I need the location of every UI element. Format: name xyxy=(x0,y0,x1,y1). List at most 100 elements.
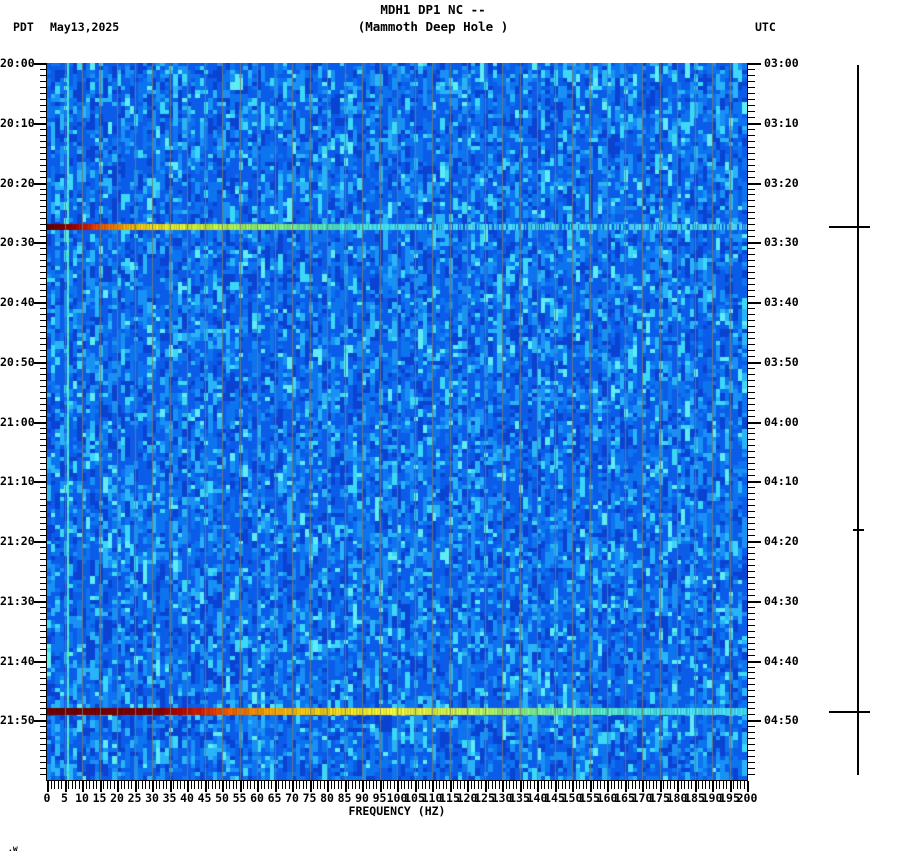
utc-time-label: 04:20 xyxy=(764,534,799,548)
freq-minor-tick xyxy=(579,781,580,789)
utc-minor-tick xyxy=(748,367,755,369)
freq-minor-tick xyxy=(390,781,391,789)
event-marker-major xyxy=(829,710,870,713)
freq-minor-tick xyxy=(631,781,633,789)
utc-minor-tick xyxy=(748,140,755,142)
pdt-major-tick xyxy=(34,182,47,185)
utc-minor-tick xyxy=(748,415,755,417)
freq-minor-tick xyxy=(54,781,55,789)
freq-minor-tick xyxy=(481,781,482,789)
freq-minor-tick xyxy=(337,781,339,789)
freq-minor-tick xyxy=(411,781,412,789)
freq-minor-tick xyxy=(285,781,286,789)
pdt-minor-tick xyxy=(40,367,47,369)
pdt-minor-tick xyxy=(40,86,47,88)
freq-minor-tick xyxy=(453,781,454,789)
freq-minor-tick xyxy=(232,781,234,789)
pdt-major-tick xyxy=(34,302,47,304)
pdt-minor-tick xyxy=(40,756,47,758)
freq-minor-tick xyxy=(684,781,685,789)
freq-minor-tick xyxy=(603,781,605,789)
pdt-minor-tick xyxy=(40,529,47,530)
pdt-minor-tick xyxy=(40,409,47,411)
freq-minor-tick xyxy=(701,781,703,789)
utc-minor-tick xyxy=(748,248,755,250)
pdt-minor-tick xyxy=(40,230,47,232)
pdt-time-label: 21:30 xyxy=(0,593,35,608)
pdt-minor-tick xyxy=(40,762,47,764)
utc-major-tick xyxy=(748,361,761,364)
utc-minor-tick xyxy=(748,206,755,208)
freq-minor-tick xyxy=(740,781,741,789)
freq-minor-tick xyxy=(495,781,496,789)
pdt-time-label: 21:40 xyxy=(0,653,35,668)
utc-minor-tick xyxy=(748,684,755,686)
pdt-minor-tick xyxy=(40,726,47,728)
pdt-minor-tick xyxy=(40,439,47,441)
pdt-minor-tick xyxy=(40,319,47,321)
utc-minor-tick xyxy=(748,576,755,578)
utc-minor-tick xyxy=(748,558,755,560)
freq-minor-tick xyxy=(617,781,619,789)
utc-minor-tick xyxy=(748,553,755,554)
freq-minor-tick xyxy=(680,781,682,789)
pdt-minor-tick xyxy=(40,588,47,590)
utc-time-label: 03:00 xyxy=(764,56,799,70)
freq-minor-tick xyxy=(575,781,577,789)
utc-minor-tick xyxy=(748,517,755,519)
utc-minor-tick xyxy=(748,230,755,232)
freq-minor-tick xyxy=(523,781,524,789)
date-label: May13,2025 xyxy=(50,20,120,34)
utc-minor-tick xyxy=(748,391,755,393)
freq-minor-tick xyxy=(442,781,444,789)
freq-minor-tick xyxy=(561,781,563,789)
freq-minor-tick xyxy=(85,781,87,789)
pdt-major-tick xyxy=(34,122,47,125)
freq-minor-tick xyxy=(323,781,325,789)
utc-minor-tick xyxy=(748,768,755,769)
utc-minor-tick xyxy=(748,355,755,357)
utc-minor-tick xyxy=(748,654,755,656)
utc-minor-tick xyxy=(748,218,755,220)
utc-major-tick xyxy=(748,242,761,245)
utc-minor-tick xyxy=(748,636,755,638)
pdt-minor-tick xyxy=(40,385,47,387)
freq-minor-tick xyxy=(372,781,374,789)
freq-minor-tick xyxy=(568,781,570,789)
utc-minor-tick xyxy=(748,176,755,178)
utc-minor-tick xyxy=(748,290,755,291)
utc-minor-tick xyxy=(748,630,755,632)
pdt-time-label: 21:50 xyxy=(0,713,35,728)
pdt-minor-tick xyxy=(40,576,47,578)
freq-minor-tick xyxy=(271,781,272,789)
pdt-minor-tick xyxy=(40,373,47,375)
utc-minor-tick xyxy=(748,511,755,513)
freq-minor-tick xyxy=(180,781,181,789)
freq-minor-tick xyxy=(715,781,717,789)
freq-minor-tick xyxy=(418,781,419,789)
pdt-minor-tick xyxy=(40,176,47,178)
pdt-minor-tick xyxy=(40,158,47,160)
freq-minor-tick xyxy=(201,781,202,789)
utc-minor-tick xyxy=(748,379,755,381)
utc-minor-tick xyxy=(748,570,755,572)
station-title: MDH1 DP1 NC -- xyxy=(380,2,486,17)
pdt-minor-tick xyxy=(40,535,47,536)
freq-minor-tick xyxy=(628,781,629,789)
pdt-minor-tick xyxy=(40,254,47,256)
pdt-time-label: 21:20 xyxy=(0,534,35,548)
freq-minor-tick xyxy=(610,781,612,789)
freq-minor-tick xyxy=(551,781,552,789)
pdt-minor-tick xyxy=(40,553,47,554)
freq-minor-tick xyxy=(477,781,479,789)
utc-minor-tick xyxy=(748,750,755,752)
freq-minor-tick xyxy=(460,781,461,789)
pdt-minor-tick xyxy=(40,140,47,142)
pdt-minor-tick xyxy=(40,511,47,513)
utc-minor-tick xyxy=(748,445,755,447)
freq-minor-tick xyxy=(96,781,97,789)
pdt-minor-tick xyxy=(40,248,47,250)
pdt-minor-tick xyxy=(40,391,47,393)
pdt-minor-tick xyxy=(40,427,47,429)
utc-minor-tick xyxy=(748,505,755,507)
